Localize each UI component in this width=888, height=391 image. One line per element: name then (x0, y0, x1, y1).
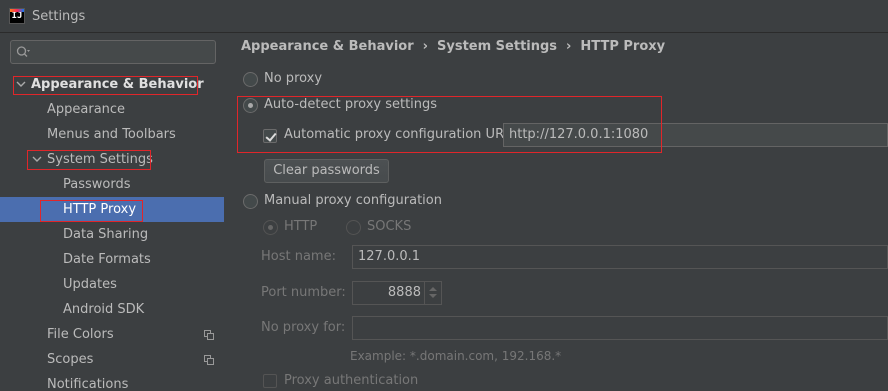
breadcrumb-item[interactable]: Appearance & Behavior (241, 39, 414, 54)
sidebar-item-label: Appearance (47, 102, 126, 117)
host-name-input[interactable]: 127.0.0.1 (352, 245, 888, 269)
window-title: Settings (32, 9, 86, 24)
port-number-stepper[interactable]: 8888 (352, 281, 442, 305)
spinner-arrows-icon[interactable] (424, 282, 440, 304)
search-icon (16, 46, 30, 57)
manual-proxy-label[interactable]: Manual proxy configuration (264, 193, 442, 208)
sidebar-item-appearance-behavior[interactable]: Appearance & Behavior (0, 72, 224, 97)
sidebar-item-label: Android SDK (63, 302, 145, 317)
sidebar-item-data-sharing[interactable]: Data Sharing (0, 222, 224, 247)
copy-icon (204, 355, 214, 365)
chevron-down-icon (16, 81, 26, 87)
http-radio[interactable] (263, 220, 278, 235)
port-number-value: 8888 (387, 285, 421, 300)
sidebar-item-label: Updates (63, 277, 117, 292)
sidebar-item-http-proxy[interactable]: HTTP Proxy (0, 197, 224, 222)
sidebar-item-label: HTTP Proxy (63, 202, 137, 217)
sidebar-item-label: Scopes (47, 352, 94, 367)
sidebar-item-date-formats[interactable]: Date Formats (0, 247, 224, 272)
no-proxy-label[interactable]: No proxy (264, 71, 322, 86)
sidebar-item-notifications[interactable]: Notifications (0, 372, 224, 391)
breadcrumb-separator: › (566, 39, 572, 54)
sidebar-item-label: Passwords (63, 177, 131, 192)
port-number-label: Port number: (261, 285, 346, 300)
sidebar-item-system-settings[interactable]: System Settings (0, 147, 224, 172)
breadcrumb-item[interactable]: System Settings (437, 39, 557, 54)
sidebar-item-label: Data Sharing (63, 227, 149, 242)
intellij-icon: IJ (9, 8, 25, 24)
sidebar-item-android-sdk[interactable]: Android SDK (0, 297, 224, 322)
example-hint: Example: *.domain.com, 192.168.* (350, 349, 562, 363)
sidebar-item-scopes[interactable]: Scopes (0, 347, 224, 372)
breadcrumb: Appearance & Behavior › System Settings › HT… (241, 39, 665, 54)
auto-detect-radio[interactable] (243, 98, 258, 113)
clear-passwords-button[interactable]: Clear passwords (264, 159, 389, 183)
breadcrumb-item: HTTP Proxy (580, 39, 666, 54)
sidebar-item-label: System Settings (47, 152, 153, 167)
host-name-label: Host name: (261, 249, 336, 264)
sidebar-item-file-colors[interactable]: File Colors (0, 322, 224, 347)
sidebar-item-label: Date Formats (63, 252, 151, 267)
sidebar-item-label: File Colors (47, 327, 114, 342)
proxy-auth-checkbox[interactable] (263, 374, 277, 388)
title-bar: IJ Settings (0, 0, 888, 33)
sidebar-item-menus-toolbars[interactable]: Menus and Toolbars (0, 122, 224, 147)
auto-url-input[interactable]: http://127.0.0.1:1080 (503, 123, 888, 147)
sidebar-item-label: Appearance & Behavior (31, 77, 204, 92)
chevron-down-icon (32, 156, 42, 162)
proxy-auth-label[interactable]: Proxy authentication (284, 373, 418, 388)
settings-sidebar: Appearance & Behavior Appearance Menus a… (0, 33, 224, 391)
auto-detect-label[interactable]: Auto-detect proxy settings (264, 97, 437, 112)
breadcrumb-separator: › (422, 39, 428, 54)
auto-url-checkbox[interactable] (263, 129, 277, 143)
sidebar-item-label: Menus and Toolbars (47, 127, 176, 142)
settings-content: Appearance & Behavior › System Settings › HT… (224, 33, 888, 391)
sidebar-item-passwords[interactable]: Passwords (0, 172, 224, 197)
no-proxy-for-input[interactable] (352, 316, 888, 340)
copy-icon (204, 330, 214, 340)
manual-proxy-radio[interactable] (243, 194, 258, 209)
socks-radio[interactable] (346, 220, 361, 235)
http-label[interactable]: HTTP (284, 219, 317, 234)
auto-url-label[interactable]: Automatic proxy configuration URL: (284, 127, 516, 142)
sidebar-item-appearance[interactable]: Appearance (0, 97, 224, 122)
sidebar-item-updates[interactable]: Updates (0, 272, 224, 297)
no-proxy-for-label: No proxy for: (261, 320, 346, 335)
sidebar-item-label: Notifications (47, 377, 129, 391)
no-proxy-radio[interactable] (243, 72, 258, 87)
socks-label[interactable]: SOCKS (367, 219, 411, 234)
search-input[interactable] (10, 40, 216, 64)
